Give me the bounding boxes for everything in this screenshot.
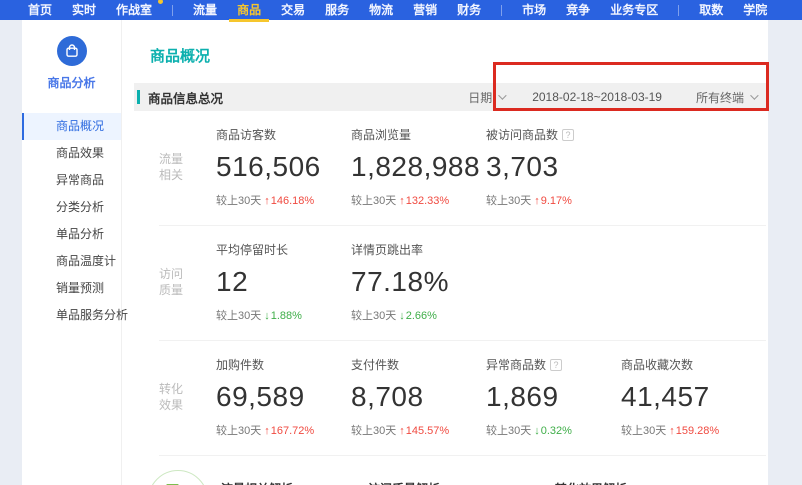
caret-down-icon xyxy=(498,91,506,99)
date-range-picker[interactable]: 2018-02-18~2018-03-19 xyxy=(532,90,662,104)
metric-abnormal-products: 异常商品数? 1,869 较上30天↓0.32% xyxy=(486,356,621,438)
notification-dot-icon xyxy=(158,0,163,4)
metric-avg-stay-time: 平均停留时长 12 较上30天↓1.88% xyxy=(216,241,351,323)
metric-paid-items: 支付件数 8,708 较上30天↑145.57% xyxy=(351,356,486,438)
section-accent-bar xyxy=(137,90,140,104)
group-label-conversion: 转化效果 xyxy=(159,356,216,413)
nav-divider xyxy=(172,5,173,16)
sidebar-item-product-effect[interactable]: 商品效果 xyxy=(22,140,121,167)
main-card: 商品分析 商品概况 商品效果 异常商品 分类分析 单品分析 商品温度计 销量预测… xyxy=(22,20,768,485)
sidebar-item-product-overview[interactable]: 商品概况 xyxy=(22,113,121,140)
nav-item-logistics[interactable]: 物流 xyxy=(359,0,403,20)
nav-item-finance[interactable]: 财务 xyxy=(447,0,491,20)
metric-row-traffic: 流量相关 商品访客数 516,506 较上30天↑146.18% 商品浏览量 1… xyxy=(159,111,766,226)
arrow-up-icon: ↑ xyxy=(399,195,405,207)
active-tab-underline xyxy=(229,19,269,22)
filter-controls: 日期 2018-02-18~2018-03-19 所有终端 xyxy=(468,89,756,106)
nav-item-marketing[interactable]: 营销 xyxy=(403,0,447,20)
arrow-up-icon: ↑ xyxy=(669,425,675,437)
metric-detail-bounce-rate: 详情页跳出率 77.18% 较上30天↓2.66% xyxy=(351,241,486,323)
nav-item-trade[interactable]: 交易 xyxy=(271,0,315,20)
sidebar-section-title: 商品分析 xyxy=(22,74,121,91)
nav-item-product[interactable]: 商品 xyxy=(227,0,271,20)
section-title: 商品信息总况 xyxy=(148,88,223,107)
help-icon[interactable]: ? xyxy=(562,129,574,141)
nav-item-home[interactable]: 首页 xyxy=(18,0,62,20)
terminal-filter-dropdown[interactable]: 所有终端 xyxy=(696,89,756,106)
arrow-down-icon: ↓ xyxy=(534,425,540,437)
metric-product-favorites: 商品收藏次数 41,457 较上30天↑159.28% xyxy=(621,356,756,438)
arrow-up-icon: ↑ xyxy=(264,195,270,207)
nav-item-traffic[interactable]: 流量 xyxy=(183,0,227,20)
metric-row-visit-quality: 访问质量 平均停留时长 12 较上30天↓1.88% 详情页跳出率 77.18%… xyxy=(159,226,766,341)
nav-item-academy[interactable]: 学院 xyxy=(733,0,777,20)
caret-down-icon xyxy=(750,91,758,99)
sidebar-item-abnormal-products[interactable]: 异常商品 xyxy=(22,167,121,194)
insight-visit-quality: 访问质量解析 虽然商品详情页日均跳出率比同行平均好，但平均停留时间低于同行平均，… xyxy=(368,470,555,485)
product-analysis-icon xyxy=(57,36,87,66)
insight-traffic: 流量相关解析 xyxy=(221,470,368,485)
sidebar-menu: 商品概况 商品效果 异常商品 分类分析 单品分析 商品温度计 销量预测 单品服务… xyxy=(22,113,121,329)
sidebar-item-single-product-service[interactable]: 单品服务分析 xyxy=(22,302,121,329)
metric-product-visitors: 商品访客数 516,506 较上30天↑146.18% xyxy=(216,126,351,208)
arrow-up-icon: ↑ xyxy=(534,195,540,207)
insight-conversion: 转化效果解析 加购转化率表现还不错，但支付转化率低于同行平均，赶快到异常商品并结… xyxy=(555,470,747,485)
group-label-visit-quality: 访问质量 xyxy=(159,241,216,298)
content-area: 商品概况 商品信息总况 日期 2018-02-18~2018-03-19 所有终… xyxy=(122,20,768,485)
metric-product-pageviews: 商品浏览量 1,828,988 较上30天↑132.33% xyxy=(351,126,486,208)
nav-item-market[interactable]: 市场 xyxy=(512,0,556,20)
nav-item-competition[interactable]: 竞争 xyxy=(556,0,600,20)
nav-divider xyxy=(501,5,502,16)
arrow-down-icon: ↓ xyxy=(399,310,405,322)
date-type-dropdown[interactable]: 日期 xyxy=(468,89,504,106)
metric-cart-adds: 加购件数 69,589 较上30天↑167.72% xyxy=(216,356,351,438)
insights-section: 7天 数据解读 流量相关解析 访问质量解析 虽然商品详情页日均跳出率比同行平均好… xyxy=(134,456,768,485)
nav-item-data-fetch[interactable]: 取数 xyxy=(689,0,733,20)
arrow-up-icon: ↑ xyxy=(399,425,405,437)
sidebar-header: 商品分析 xyxy=(22,36,121,91)
nav-item-service[interactable]: 服务 xyxy=(315,0,359,20)
metric-row-conversion: 转化效果 加购件数 69,589 较上30天↑167.72% 支付件数 8,70… xyxy=(159,341,766,456)
arrow-up-icon: ↑ xyxy=(264,425,270,437)
seven-day-badge: 7天 数据解读 xyxy=(148,470,208,485)
group-label-traffic: 流量相关 xyxy=(159,126,216,183)
sidebar: 商品分析 商品概况 商品效果 异常商品 分类分析 单品分析 商品温度计 销量预测… xyxy=(22,20,122,485)
sidebar-item-sales-forecast[interactable]: 销量预测 xyxy=(22,275,121,302)
sidebar-item-category-analysis[interactable]: 分类分析 xyxy=(22,194,121,221)
nav-divider xyxy=(678,5,679,16)
page-title: 商品概况 xyxy=(150,45,768,66)
metric-visited-products: 被访问商品数? 3,703 较上30天↑9.17% xyxy=(486,126,621,208)
arrow-down-icon: ↓ xyxy=(264,310,270,322)
sidebar-item-single-product-analysis[interactable]: 单品分析 xyxy=(22,221,121,248)
nav-item-war-room[interactable]: 作战室 xyxy=(106,0,162,20)
help-icon[interactable]: ? xyxy=(550,359,562,371)
top-nav: 首页 实时 作战室 流量 商品 交易 服务 物流 营销 财务 市场 竞争 业务专… xyxy=(0,0,802,20)
nav-item-business-zone[interactable]: 业务专区 xyxy=(600,0,668,20)
nav-item-realtime[interactable]: 实时 xyxy=(62,0,106,20)
sidebar-item-product-thermometer[interactable]: 商品温度计 xyxy=(22,248,121,275)
section-header-bar: 商品信息总况 日期 2018-02-18~2018-03-19 所有终端 xyxy=(134,83,768,111)
